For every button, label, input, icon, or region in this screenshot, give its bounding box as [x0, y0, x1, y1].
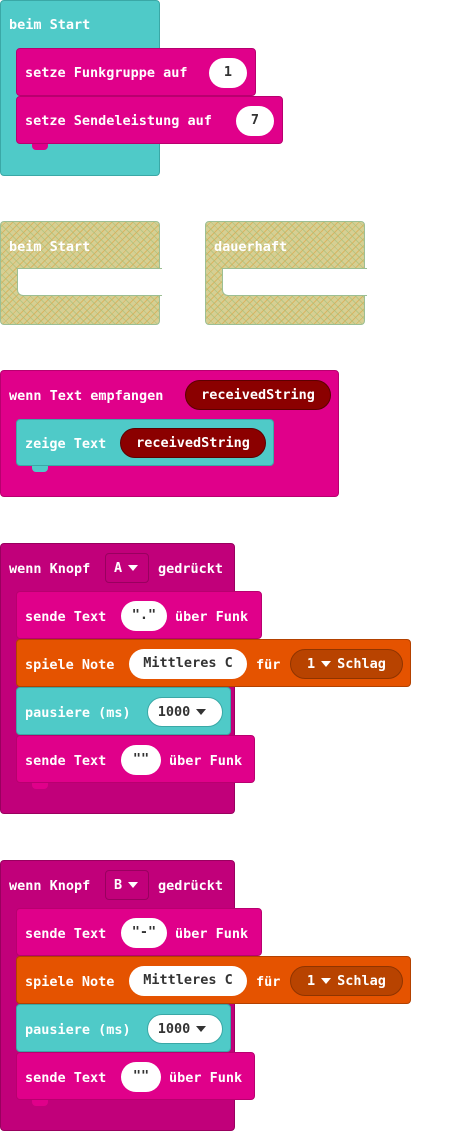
radio-set-group-block[interactable]: setze Funkgruppe auf 1 [16, 48, 256, 96]
disabled-forever-label: dauerhaft [214, 239, 288, 255]
show-string-label: zeige Text [25, 436, 107, 452]
radio-set-group-label: setze Funkgruppe auf [25, 65, 188, 81]
beat-value: 1 [307, 973, 316, 989]
empty-statement-slot [222, 268, 367, 296]
button-dropdown[interactable]: B [105, 870, 149, 900]
play-tone-block[interactable]: spiele Note Mittleres C für 1 Schlag [16, 956, 411, 1004]
over-radio-label: über Funk [169, 1070, 243, 1086]
disabled-forever-block[interactable]: dauerhaft [205, 221, 367, 325]
beat-unit: Schlag [337, 973, 386, 989]
string-value-field[interactable]: "" [121, 745, 161, 775]
over-radio-label: über Funk [175, 609, 249, 625]
pressed-label: gedrückt [158, 561, 224, 577]
radio-set-power-label: setze Sendeleistung auf [25, 113, 212, 129]
chevron-down-icon [321, 978, 332, 984]
radio-set-power-block[interactable]: setze Sendeleistung auf 7 [16, 96, 283, 144]
disabled-on-start-label: beim Start [9, 239, 91, 255]
chevron-down-icon [128, 565, 139, 571]
beat-unit: Schlag [337, 656, 386, 672]
button-dropdown[interactable]: A [105, 553, 149, 583]
pause-value: 1000 [157, 1021, 191, 1037]
button-dropdown-value: B [114, 877, 123, 893]
chevron-down-icon [196, 709, 207, 715]
string-value-field[interactable]: "." [121, 601, 167, 631]
received-string-variable[interactable]: receivedString [120, 428, 266, 458]
send-string-label: sende Text [25, 753, 107, 769]
beat-dropdown[interactable]: 1 Schlag [290, 649, 403, 679]
play-tone-block[interactable]: spiele Note Mittleres C für 1 Schlag [16, 639, 411, 687]
radio-power-value-field[interactable]: 7 [236, 106, 274, 136]
play-tone-label: spiele Note [25, 974, 115, 990]
pause-dropdown[interactable]: 1000 [147, 1014, 223, 1044]
empty-statement-slot [17, 268, 162, 296]
block-notch [32, 783, 48, 789]
on-received-string-label: wenn Text empfangen [9, 388, 164, 404]
pause-block[interactable]: pausiere (ms) 1000 [16, 1004, 231, 1052]
on-start-label: beim Start [9, 17, 91, 33]
on-button-label: wenn Knopf [9, 878, 91, 894]
pressed-label: gedrückt [158, 878, 224, 894]
play-tone-label: spiele Note [25, 657, 115, 673]
block-notch [32, 1100, 48, 1106]
pause-dropdown[interactable]: 1000 [147, 697, 223, 727]
chevron-down-icon [321, 661, 332, 667]
string-value-field[interactable]: "-" [121, 918, 167, 948]
over-radio-label: über Funk [175, 926, 249, 942]
radio-group-value-field[interactable]: 1 [209, 58, 247, 88]
note-field[interactable]: Mittleres C [129, 966, 247, 996]
pause-value: 1000 [157, 704, 191, 720]
chevron-down-icon [196, 1026, 207, 1032]
beat-value: 1 [307, 656, 316, 672]
pause-label: pausiere (ms) [25, 1022, 131, 1038]
chevron-down-icon [128, 882, 139, 888]
string-value-field[interactable]: "" [121, 1062, 161, 1092]
radio-send-string-block[interactable]: sende Text "" über Funk [16, 735, 255, 783]
block-notch [32, 466, 48, 472]
button-dropdown-value: A [114, 560, 123, 576]
block-notch [32, 144, 48, 150]
show-string-block[interactable]: zeige Text receivedString [16, 419, 274, 466]
send-string-label: sende Text [25, 926, 107, 942]
over-radio-label: über Funk [169, 753, 243, 769]
on-button-label: wenn Knopf [9, 561, 91, 577]
beat-dropdown[interactable]: 1 Schlag [290, 966, 403, 996]
send-string-label: sende Text [25, 1070, 107, 1086]
for-label: für [256, 657, 281, 673]
pause-label: pausiere (ms) [25, 705, 131, 721]
note-field[interactable]: Mittleres C [129, 649, 247, 679]
radio-send-string-block[interactable]: sende Text "-" über Funk [16, 908, 262, 956]
radio-send-string-block[interactable]: sende Text "" über Funk [16, 1052, 255, 1100]
radio-send-string-block[interactable]: sende Text "." über Funk [16, 591, 262, 639]
disabled-on-start-block[interactable]: beim Start [0, 221, 162, 325]
pause-block[interactable]: pausiere (ms) 1000 [16, 687, 231, 735]
received-string-variable[interactable]: receivedString [185, 380, 331, 410]
for-label: für [256, 974, 281, 990]
send-string-label: sende Text [25, 609, 107, 625]
